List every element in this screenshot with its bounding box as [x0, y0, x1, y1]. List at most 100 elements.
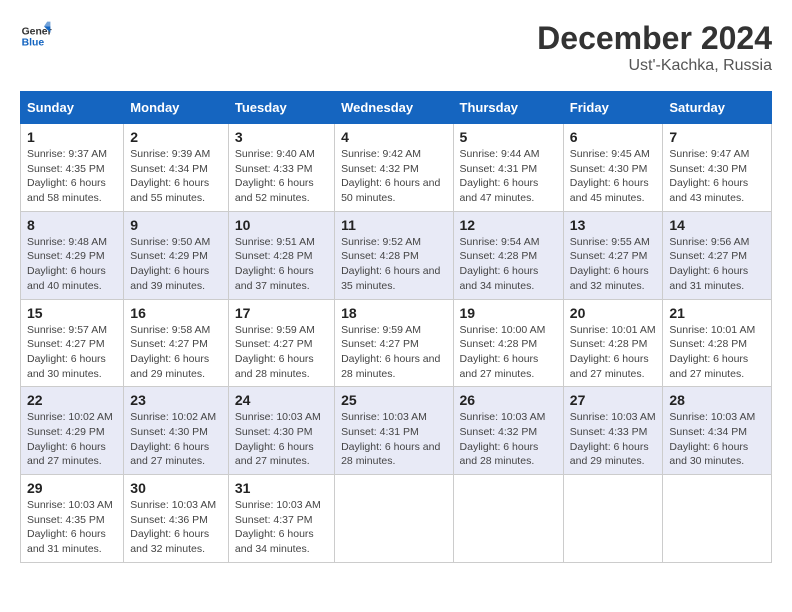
- calendar-cell: 25 Sunrise: 10:03 AMSunset: 4:31 PMDayli…: [335, 387, 453, 475]
- calendar-cell: 10 Sunrise: 9:51 AMSunset: 4:28 PMDaylig…: [228, 211, 334, 299]
- calendar-cell: 16 Sunrise: 9:58 AMSunset: 4:27 PMDaylig…: [124, 299, 229, 387]
- day-detail: Sunrise: 10:03 AMSunset: 4:36 PMDaylight…: [130, 498, 222, 557]
- day-number: 31: [235, 480, 328, 496]
- calendar-week-row: 15 Sunrise: 9:57 AMSunset: 4:27 PMDaylig…: [21, 299, 772, 387]
- day-detail: Sunrise: 9:57 AMSunset: 4:27 PMDaylight:…: [27, 323, 117, 382]
- day-number: 10: [235, 217, 328, 233]
- day-detail: Sunrise: 9:59 AMSunset: 4:27 PMDaylight:…: [341, 323, 446, 382]
- logo: General Blue: [20, 20, 52, 52]
- day-detail: Sunrise: 9:48 AMSunset: 4:29 PMDaylight:…: [27, 235, 117, 294]
- day-number: 6: [570, 129, 657, 145]
- day-detail: Sunrise: 9:55 AMSunset: 4:27 PMDaylight:…: [570, 235, 657, 294]
- day-detail: Sunrise: 9:52 AMSunset: 4:28 PMDaylight:…: [341, 235, 446, 294]
- calendar-cell: 1 Sunrise: 9:37 AMSunset: 4:35 PMDayligh…: [21, 124, 124, 212]
- day-number: 12: [460, 217, 557, 233]
- day-number: 25: [341, 392, 446, 408]
- title-section: December 2024 Ust'-Kachka, Russia: [537, 20, 772, 75]
- day-detail: Sunrise: 10:01 AMSunset: 4:28 PMDaylight…: [669, 323, 765, 382]
- day-number: 18: [341, 305, 446, 321]
- day-detail: Sunrise: 9:44 AMSunset: 4:31 PMDaylight:…: [460, 147, 557, 206]
- calendar-cell: 26 Sunrise: 10:03 AMSunset: 4:32 PMDayli…: [453, 387, 563, 475]
- day-number: 30: [130, 480, 222, 496]
- day-number: 26: [460, 392, 557, 408]
- calendar-cell: 30 Sunrise: 10:03 AMSunset: 4:36 PMDayli…: [124, 475, 229, 563]
- calendar-cell: 23 Sunrise: 10:02 AMSunset: 4:30 PMDayli…: [124, 387, 229, 475]
- logo-icon: General Blue: [20, 20, 52, 52]
- day-number: 1: [27, 129, 117, 145]
- calendar-cell: 27 Sunrise: 10:03 AMSunset: 4:33 PMDayli…: [563, 387, 663, 475]
- header-day: Monday: [124, 92, 229, 124]
- day-number: 9: [130, 217, 222, 233]
- day-detail: Sunrise: 9:37 AMSunset: 4:35 PMDaylight:…: [27, 147, 117, 206]
- day-detail: Sunrise: 10:01 AMSunset: 4:28 PMDaylight…: [570, 323, 657, 382]
- day-detail: Sunrise: 10:03 AMSunset: 4:37 PMDaylight…: [235, 498, 328, 557]
- day-number: 13: [570, 217, 657, 233]
- calendar-cell: 20 Sunrise: 10:01 AMSunset: 4:28 PMDayli…: [563, 299, 663, 387]
- calendar-cell: 7 Sunrise: 9:47 AMSunset: 4:30 PMDayligh…: [663, 124, 772, 212]
- day-detail: Sunrise: 10:00 AMSunset: 4:28 PMDaylight…: [460, 323, 557, 382]
- day-detail: Sunrise: 9:42 AMSunset: 4:32 PMDaylight:…: [341, 147, 446, 206]
- day-number: 15: [27, 305, 117, 321]
- page-header: General Blue December 2024 Ust'-Kachka, …: [20, 20, 772, 75]
- calendar-week-row: 1 Sunrise: 9:37 AMSunset: 4:35 PMDayligh…: [21, 124, 772, 212]
- header-day: Thursday: [453, 92, 563, 124]
- day-detail: Sunrise: 10:02 AMSunset: 4:29 PMDaylight…: [27, 410, 117, 469]
- day-number: 5: [460, 129, 557, 145]
- day-detail: Sunrise: 10:03 AMSunset: 4:33 PMDaylight…: [570, 410, 657, 469]
- calendar-cell: 11 Sunrise: 9:52 AMSunset: 4:28 PMDaylig…: [335, 211, 453, 299]
- calendar-cell: 29 Sunrise: 10:03 AMSunset: 4:35 PMDayli…: [21, 475, 124, 563]
- day-detail: Sunrise: 9:58 AMSunset: 4:27 PMDaylight:…: [130, 323, 222, 382]
- calendar-cell: 18 Sunrise: 9:59 AMSunset: 4:27 PMDaylig…: [335, 299, 453, 387]
- calendar-cell: 24 Sunrise: 10:03 AMSunset: 4:30 PMDayli…: [228, 387, 334, 475]
- day-detail: Sunrise: 10:03 AMSunset: 4:30 PMDaylight…: [235, 410, 328, 469]
- day-detail: Sunrise: 9:56 AMSunset: 4:27 PMDaylight:…: [669, 235, 765, 294]
- day-number: 16: [130, 305, 222, 321]
- calendar-cell: 4 Sunrise: 9:42 AMSunset: 4:32 PMDayligh…: [335, 124, 453, 212]
- calendar-cell: 2 Sunrise: 9:39 AMSunset: 4:34 PMDayligh…: [124, 124, 229, 212]
- day-number: 4: [341, 129, 446, 145]
- calendar-cell: 19 Sunrise: 10:00 AMSunset: 4:28 PMDayli…: [453, 299, 563, 387]
- header-day: Sunday: [21, 92, 124, 124]
- day-detail: Sunrise: 9:47 AMSunset: 4:30 PMDaylight:…: [669, 147, 765, 206]
- day-detail: Sunrise: 9:39 AMSunset: 4:34 PMDaylight:…: [130, 147, 222, 206]
- day-number: 14: [669, 217, 765, 233]
- day-number: 7: [669, 129, 765, 145]
- calendar-cell: [453, 475, 563, 563]
- day-number: 21: [669, 305, 765, 321]
- subtitle: Ust'-Kachka, Russia: [537, 57, 772, 75]
- day-detail: Sunrise: 10:03 AMSunset: 4:31 PMDaylight…: [341, 410, 446, 469]
- calendar-cell: 3 Sunrise: 9:40 AMSunset: 4:33 PMDayligh…: [228, 124, 334, 212]
- day-number: 29: [27, 480, 117, 496]
- header-day: Tuesday: [228, 92, 334, 124]
- day-detail: Sunrise: 9:40 AMSunset: 4:33 PMDaylight:…: [235, 147, 328, 206]
- day-number: 23: [130, 392, 222, 408]
- calendar-cell: 13 Sunrise: 9:55 AMSunset: 4:27 PMDaylig…: [563, 211, 663, 299]
- day-number: 19: [460, 305, 557, 321]
- header-day: Friday: [563, 92, 663, 124]
- calendar-cell: 21 Sunrise: 10:01 AMSunset: 4:28 PMDayli…: [663, 299, 772, 387]
- calendar-cell: [663, 475, 772, 563]
- calendar-table: SundayMondayTuesdayWednesdayThursdayFrid…: [20, 91, 772, 563]
- calendar-week-row: 8 Sunrise: 9:48 AMSunset: 4:29 PMDayligh…: [21, 211, 772, 299]
- calendar-cell: 14 Sunrise: 9:56 AMSunset: 4:27 PMDaylig…: [663, 211, 772, 299]
- day-detail: Sunrise: 9:54 AMSunset: 4:28 PMDaylight:…: [460, 235, 557, 294]
- calendar-week-row: 22 Sunrise: 10:02 AMSunset: 4:29 PMDayli…: [21, 387, 772, 475]
- main-title: December 2024: [537, 20, 772, 57]
- svg-text:Blue: Blue: [22, 38, 45, 49]
- day-number: 8: [27, 217, 117, 233]
- header-day: Saturday: [663, 92, 772, 124]
- calendar-cell: 15 Sunrise: 9:57 AMSunset: 4:27 PMDaylig…: [21, 299, 124, 387]
- day-detail: Sunrise: 9:50 AMSunset: 4:29 PMDaylight:…: [130, 235, 222, 294]
- calendar-cell: 31 Sunrise: 10:03 AMSunset: 4:37 PMDayli…: [228, 475, 334, 563]
- day-detail: Sunrise: 9:45 AMSunset: 4:30 PMDaylight:…: [570, 147, 657, 206]
- day-number: 28: [669, 392, 765, 408]
- day-number: 17: [235, 305, 328, 321]
- day-detail: Sunrise: 9:51 AMSunset: 4:28 PMDaylight:…: [235, 235, 328, 294]
- day-number: 24: [235, 392, 328, 408]
- calendar-cell: [563, 475, 663, 563]
- calendar-cell: 17 Sunrise: 9:59 AMSunset: 4:27 PMDaylig…: [228, 299, 334, 387]
- day-detail: Sunrise: 10:03 AMSunset: 4:32 PMDaylight…: [460, 410, 557, 469]
- day-detail: Sunrise: 10:03 AMSunset: 4:34 PMDaylight…: [669, 410, 765, 469]
- day-detail: Sunrise: 10:02 AMSunset: 4:30 PMDaylight…: [130, 410, 222, 469]
- calendar-cell: 9 Sunrise: 9:50 AMSunset: 4:29 PMDayligh…: [124, 211, 229, 299]
